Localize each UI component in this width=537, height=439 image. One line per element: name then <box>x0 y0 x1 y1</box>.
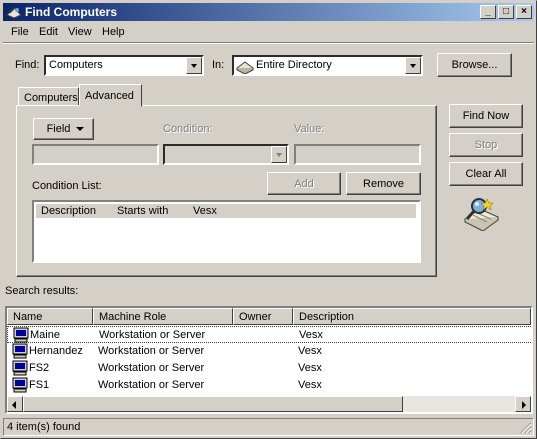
status-pane: 4 item(s) found <box>3 418 534 436</box>
find-now-button[interactable]: Find Now <box>449 104 523 128</box>
computer-icon <box>12 377 28 393</box>
menu-view[interactable]: View <box>68 26 92 38</box>
status-text: 4 item(s) found <box>7 421 81 433</box>
column-header-name-label: Name <box>13 311 43 323</box>
computer-icon <box>12 360 28 376</box>
remove-condition-button[interactable]: Remove <box>346 172 421 195</box>
resize-grip-icon[interactable] <box>520 422 532 434</box>
row-machine-role: Workstation or Server <box>98 362 205 374</box>
tab-advanced[interactable]: Advanced <box>79 84 142 107</box>
row-description: Vesx <box>298 345 322 357</box>
find-now-label: Find Now <box>462 110 510 122</box>
scroll-left-button[interactable] <box>7 396 23 412</box>
condition-field: Description <box>41 205 97 217</box>
computer-icon <box>12 343 28 359</box>
row-name: Hernandez <box>29 345 83 357</box>
directory-book-icon <box>236 61 254 74</box>
column-header-role-label: Machine Role <box>99 311 167 323</box>
menu-bar: File Edit View Help <box>3 23 534 42</box>
condition-label: Condition: <box>163 123 213 135</box>
title-bar[interactable]: Find Computers _ □ × <box>3 3 534 21</box>
browse-button-label: Browse... <box>451 59 498 71</box>
tab-computers-label: Computers <box>24 92 78 104</box>
tab-computers[interactable]: Computers <box>18 87 79 106</box>
stop-button[interactable]: Stop <box>449 133 523 157</box>
value-label: Value: <box>294 123 325 135</box>
stop-label: Stop <box>474 139 498 151</box>
search-results-label: Search results: <box>5 285 79 297</box>
find-label: Find: <box>15 59 40 71</box>
chevron-down-icon <box>76 127 84 131</box>
in-scope-value: Entire Directory <box>256 59 332 71</box>
chevron-down-icon[interactable] <box>186 57 202 74</box>
row-description: Vesx <box>298 362 322 374</box>
column-header-owner-label: Owner <box>239 311 272 323</box>
row-name: FS2 <box>29 362 50 374</box>
menu-edit[interactable]: Edit <box>39 26 58 38</box>
magnifier-search-icon <box>464 198 499 231</box>
field-button[interactable]: Field <box>33 118 94 140</box>
row-machine-role: Workstation or Server <box>99 329 206 341</box>
find-computers-window: Find Computers _ □ × File Edit View Help… <box>0 0 537 439</box>
window-title: Find Computers <box>25 5 117 19</box>
chevron-down-icon[interactable] <box>271 146 287 163</box>
in-scope-select[interactable]: Entire Directory <box>232 55 423 76</box>
clear-all-button[interactable]: Clear All <box>449 162 523 186</box>
column-header-name[interactable]: Name <box>7 308 93 325</box>
column-header-description-label: Description <box>299 311 355 323</box>
condition-list-label: Condition List: <box>32 180 102 192</box>
row-machine-role: Workstation or Server <box>98 345 205 357</box>
field-display <box>32 144 159 165</box>
find-computers-app-icon <box>6 7 22 19</box>
condition-operator: Starts with <box>117 205 169 217</box>
column-header-description[interactable]: Description <box>293 308 531 325</box>
scroll-thumb[interactable] <box>23 396 403 412</box>
horizontal-scrollbar[interactable] <box>7 396 531 412</box>
find-type-select[interactable]: Computers <box>44 55 204 76</box>
arrow-left-icon <box>12 401 16 409</box>
row-description: Vesx <box>298 379 322 391</box>
status-bar: 4 item(s) found <box>3 418 534 436</box>
condition-select[interactable] <box>163 144 289 165</box>
table-row[interactable]: FS2 Workstation or Server Vesx <box>7 360 531 377</box>
add-condition-button[interactable]: Add <box>267 172 341 195</box>
table-row[interactable]: Hernandez Workstation or Server Vesx <box>7 343 531 360</box>
add-button-label: Add <box>294 177 314 190</box>
row-machine-role: Workstation or Server <box>98 379 205 391</box>
maximize-button[interactable]: □ <box>498 5 514 19</box>
menu-file[interactable]: File <box>11 26 29 38</box>
remove-button-label: Remove <box>363 177 404 190</box>
clear-all-label: Clear All <box>465 168 507 180</box>
search-results-list[interactable]: Name Machine Role Owner Description Main… <box>5 306 533 414</box>
scroll-right-button[interactable] <box>515 396 531 412</box>
menu-separator <box>3 42 534 44</box>
row-name: Maine <box>30 329 60 341</box>
chevron-down-icon[interactable] <box>405 57 421 74</box>
condition-list-item[interactable]: Description Starts with Vesx <box>36 204 416 218</box>
table-row[interactable]: Maine Workstation or Server Vesx <box>7 326 531 343</box>
close-button[interactable]: × <box>516 5 532 19</box>
in-label: In: <box>212 59 225 71</box>
row-name: FS1 <box>29 379 50 391</box>
tab-advanced-label: Advanced <box>85 90 134 102</box>
value-input[interactable] <box>294 144 421 165</box>
minimize-button[interactable]: _ <box>480 5 496 19</box>
condition-value: Vesx <box>193 205 217 217</box>
menu-help[interactable]: Help <box>102 26 125 38</box>
table-row[interactable]: FS1 Workstation or Server Vesx <box>7 377 531 394</box>
find-type-value: Computers <box>49 59 103 71</box>
row-description: Vesx <box>299 329 323 341</box>
computer-icon <box>13 327 29 343</box>
browse-button[interactable]: Browse... <box>437 53 512 77</box>
column-header-owner[interactable]: Owner <box>233 308 293 325</box>
condition-list[interactable]: Description Starts with Vesx <box>32 200 421 263</box>
arrow-right-icon <box>522 401 526 409</box>
column-header-machine-role[interactable]: Machine Role <box>93 308 233 325</box>
